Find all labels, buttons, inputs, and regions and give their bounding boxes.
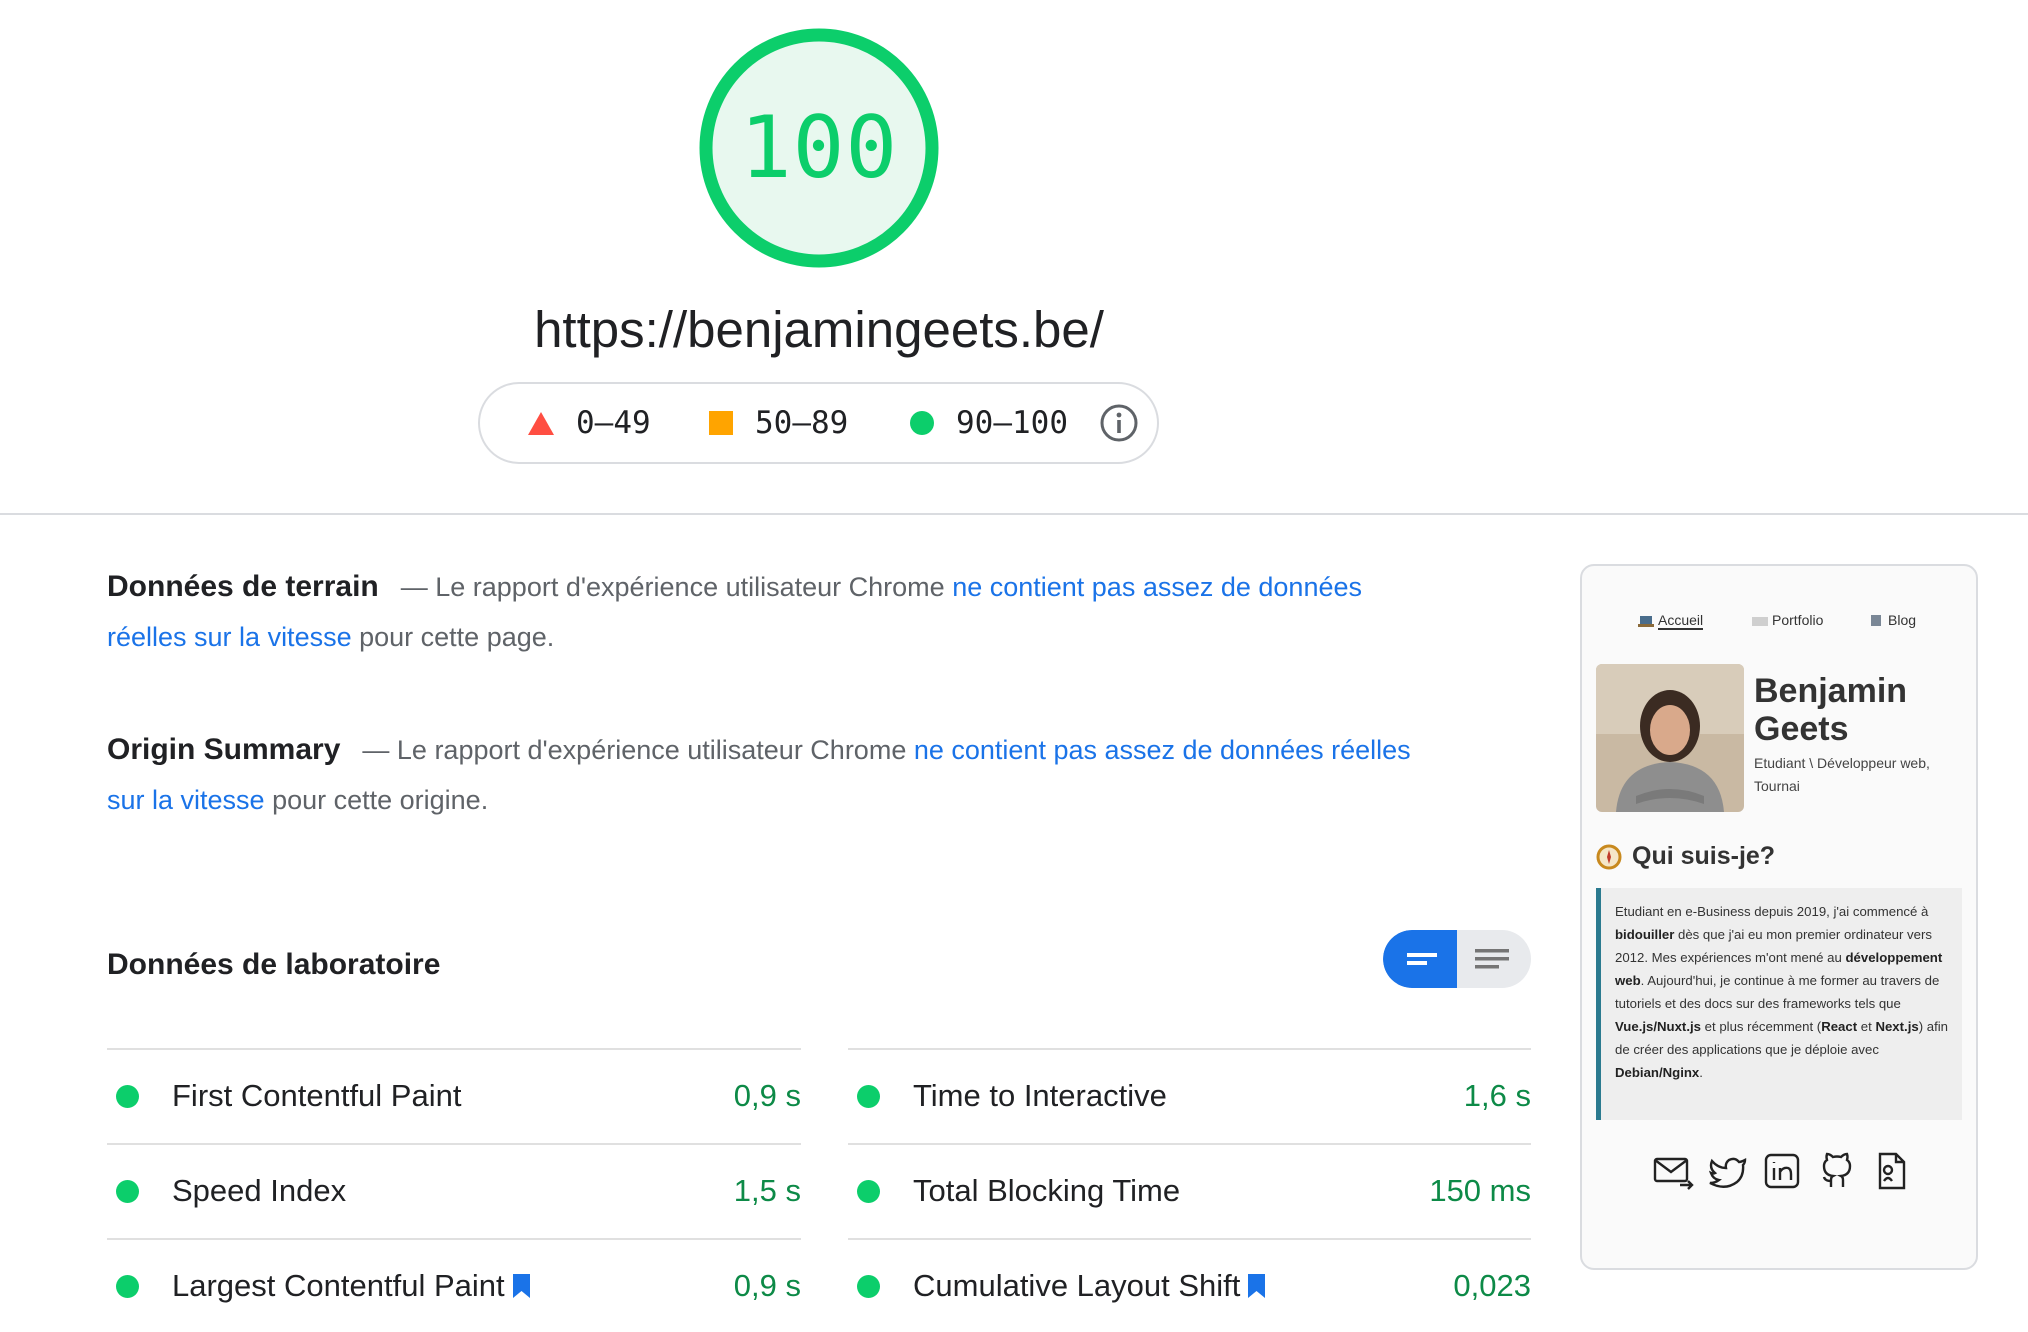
avatar bbox=[1596, 664, 1744, 812]
metric-name: First Contentful Paint bbox=[172, 1078, 462, 1113]
thumb-heading: Qui suis-je? bbox=[1596, 842, 1775, 871]
metric-value: 0,9 s bbox=[733, 1268, 801, 1303]
pass-circle-icon bbox=[910, 411, 934, 435]
fail-triangle-icon bbox=[528, 411, 554, 435]
origin-summary-text: — Le rapport d'expérience utilisateur Ch… bbox=[362, 735, 914, 765]
pass-circle-icon bbox=[857, 1084, 880, 1108]
metric-total-blocking-time[interactable]: Total Blocking Time 150 ms bbox=[848, 1143, 1531, 1237]
thumb-social-links bbox=[1652, 1150, 1912, 1194]
legend-fail: 0–49 bbox=[528, 384, 651, 462]
metric-value: 1,6 s bbox=[1463, 1078, 1531, 1113]
pass-circle-icon bbox=[857, 1274, 880, 1298]
field-data-title: Données de terrain bbox=[107, 570, 379, 603]
pass-circle-icon bbox=[116, 1179, 139, 1203]
bookmark-icon bbox=[512, 1274, 530, 1298]
legend-average: 50–89 bbox=[709, 384, 848, 462]
pass-circle-icon bbox=[857, 1179, 880, 1203]
laptop-icon bbox=[1638, 615, 1654, 627]
metric-speed-index[interactable]: Speed Index 1,5 s bbox=[107, 1143, 801, 1237]
performance-score: 100 bbox=[739, 98, 899, 198]
field-data-section: Données de terrain — Le rapport d'expérie… bbox=[107, 562, 1447, 662]
lab-data-title: Données de laboratoire bbox=[107, 948, 441, 981]
notebook-icon bbox=[1871, 614, 1881, 626]
legend-pass-label: 90–100 bbox=[956, 405, 1068, 441]
metric-largest-contentful-paint[interactable]: Largest Contentful Paint 0,9 s bbox=[107, 1238, 801, 1332]
metric-value: 1,5 s bbox=[733, 1173, 801, 1208]
field-data-tail: pour cette page. bbox=[351, 622, 555, 652]
pass-circle-icon bbox=[116, 1084, 139, 1108]
compact-view-button[interactable] bbox=[1383, 930, 1457, 988]
metric-name: Total Blocking Time bbox=[913, 1173, 1181, 1208]
list-view-button[interactable] bbox=[1457, 930, 1531, 988]
thumb-nav-blog: Blog bbox=[1868, 612, 1916, 628]
field-data-text: — Le rapport d'expérience utilisateur Ch… bbox=[400, 572, 953, 602]
metric-time-to-interactive[interactable]: Time to Interactive 1,6 s bbox=[848, 1048, 1531, 1142]
origin-summary-title: Origin Summary bbox=[107, 733, 341, 766]
metric-value: 0,9 s bbox=[733, 1078, 801, 1113]
github-icon bbox=[1822, 1152, 1851, 1187]
final-screenshot[interactable]: Accueil Portfolio Blog Benjamin Geets Et… bbox=[1580, 564, 1978, 1270]
page-url: https://benjamingeets.be/ bbox=[534, 301, 1104, 358]
thumb-nav-portfolio: Portfolio bbox=[1752, 612, 1823, 628]
legend-pass: 90–100 bbox=[910, 384, 1068, 462]
metric-name: Speed Index bbox=[172, 1173, 347, 1208]
origin-summary-tail: pour cette origine. bbox=[264, 785, 489, 815]
origin-summary-section: Origin Summary — Le rapport d'expérience … bbox=[107, 725, 1447, 825]
folder-icon bbox=[1752, 616, 1768, 626]
info-icon[interactable] bbox=[1099, 403, 1139, 443]
legend-fail-label: 0–49 bbox=[576, 405, 651, 441]
cv-icon bbox=[1878, 1152, 1906, 1190]
thumb-subtitle: Etudiant \ Développeur web, Tournai bbox=[1754, 755, 1930, 794]
thumb-name: Benjamin Geets bbox=[1754, 672, 1908, 748]
metric-first-contentful-paint[interactable]: First Contentful Paint 0,9 s bbox=[107, 1048, 801, 1142]
metric-name: Cumulative Layout Shift bbox=[913, 1268, 1241, 1303]
legend-average-label: 50–89 bbox=[755, 405, 849, 441]
bookmark-icon bbox=[1248, 1274, 1266, 1298]
mail-icon bbox=[1653, 1157, 1694, 1190]
linkedin-icon bbox=[1764, 1153, 1800, 1189]
metric-value: 0,023 bbox=[1453, 1268, 1531, 1303]
twitter-icon bbox=[1708, 1157, 1746, 1188]
average-square-icon bbox=[709, 411, 733, 435]
metric-name: Time to Interactive bbox=[913, 1078, 1167, 1113]
pass-circle-icon bbox=[116, 1274, 139, 1298]
score-legend: 0–49 50–89 90–100 bbox=[478, 382, 1159, 464]
thumb-bio: Etudiant en e-Business depuis 2019, j'ai… bbox=[1596, 888, 1962, 1120]
header-divider bbox=[0, 513, 2028, 515]
metric-cumulative-layout-shift[interactable]: Cumulative Layout Shift 0,023 bbox=[848, 1238, 1531, 1332]
metric-value: 150 ms bbox=[1429, 1173, 1531, 1208]
metrics-view-toggle[interactable] bbox=[1383, 930, 1531, 988]
thumb-nav-home: Accueil bbox=[1638, 612, 1704, 630]
list-view-icon bbox=[1475, 949, 1509, 969]
metric-name: Largest Contentful Paint bbox=[172, 1268, 505, 1303]
compact-view-icon bbox=[1407, 953, 1437, 965]
compass-icon bbox=[1596, 844, 1622, 869]
